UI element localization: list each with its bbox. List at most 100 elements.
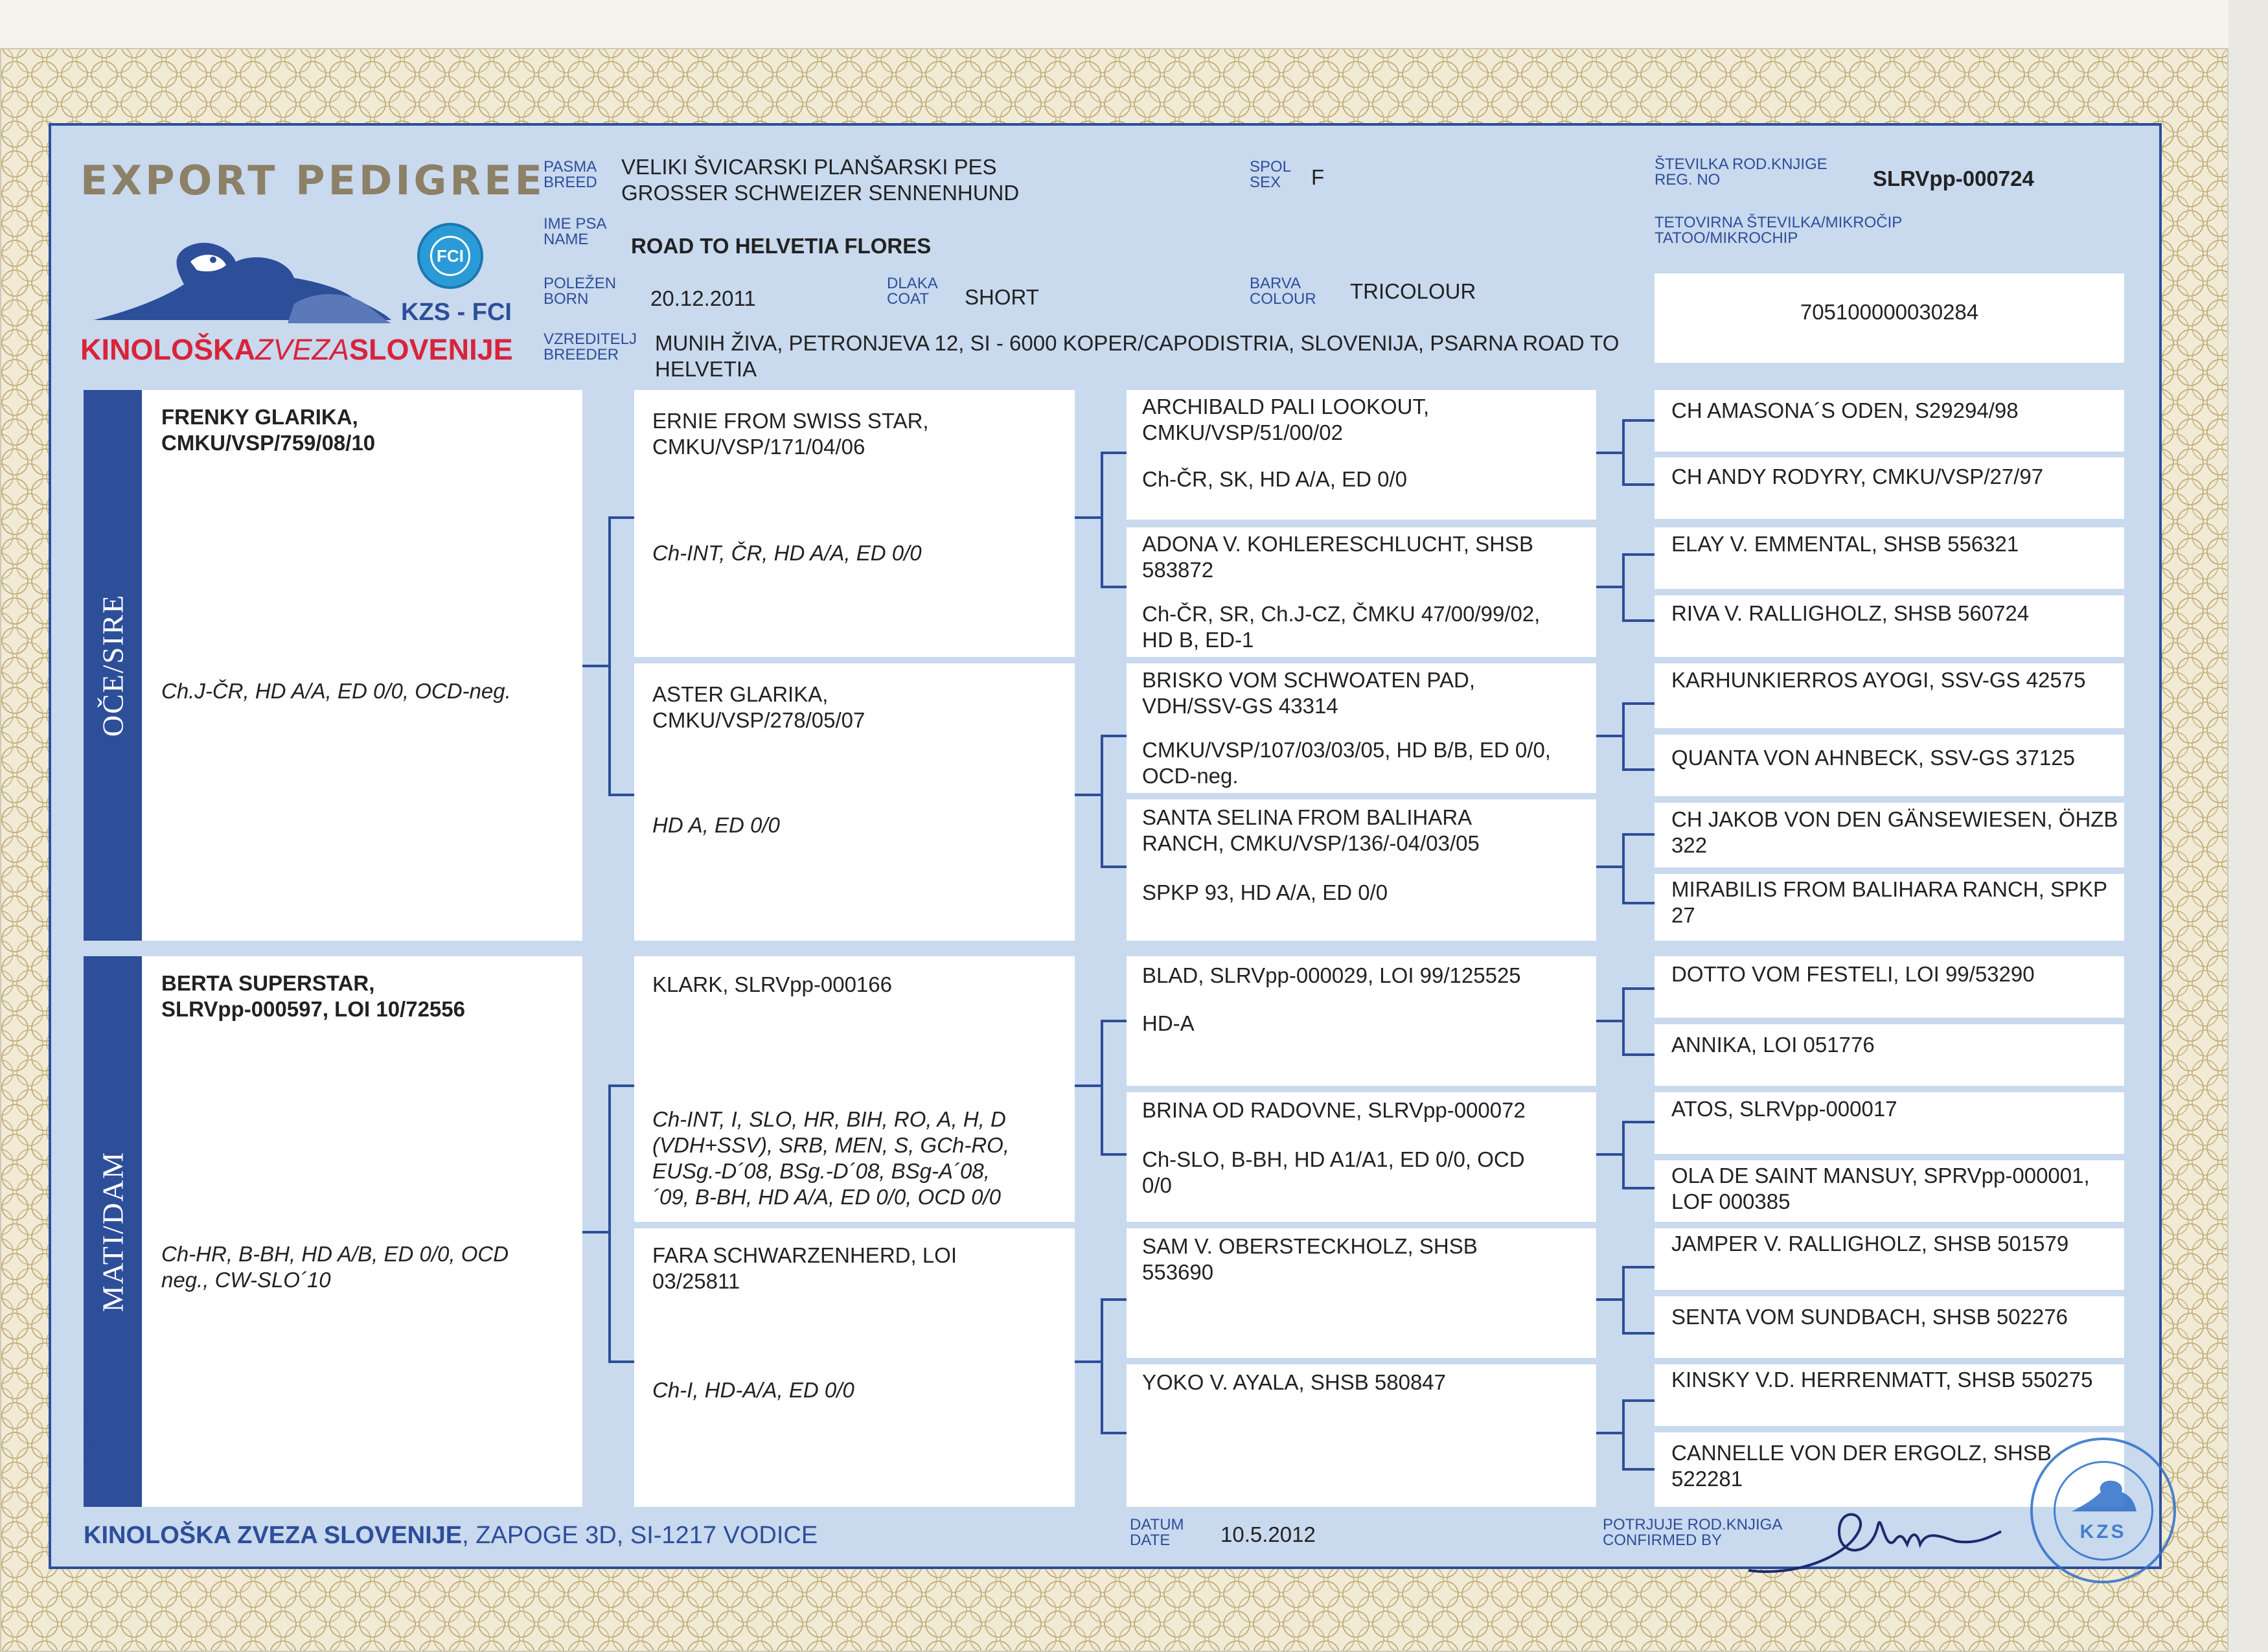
born-value: 20.12.2011 <box>650 286 756 310</box>
gen3-titles-1-line1: Ch-ČR, SR, Ch.J-CZ, ČMKU 47/00/99/02, <box>1142 602 1541 626</box>
connector <box>608 1084 611 1363</box>
connector <box>1622 987 1625 1056</box>
born-label: POLEŽEN BORN <box>544 276 616 307</box>
connector <box>1101 1153 1127 1156</box>
connector <box>1622 483 1655 486</box>
gen3-titles-2: CMKU/VSP/107/03/03/05, HD B/B, ED 0/0, OC… <box>1142 737 1551 789</box>
gen4-name-1-line1: CH ANDY RODYRY, CMKU/VSP/27/97 <box>1671 465 2044 488</box>
gen4-name-14-line1: KINSKY V.D. HERRENMATT, SHSB 550275 <box>1671 1368 2093 1392</box>
connector <box>608 1084 634 1087</box>
connector <box>1596 1020 1622 1022</box>
gen3-titles-0-line1: Ch-ČR, SK, HD A/A, ED 0/0 <box>1142 467 1407 491</box>
gen2-titles-2-line4: ´09, B-BH, HD A/A, ED 0/0, OCD 0/0 <box>652 1185 1001 1209</box>
gen3-name-5: BRINA OD RADOVNE, SLRVpp-000072 <box>1142 1097 1526 1123</box>
gen4-name-6-line1: CH JAKOB VON DEN GÄNSEWIESEN, ÖHZB <box>1671 807 2118 831</box>
gen4-name-1: CH ANDY RODYRY, CMKU/VSP/27/97 <box>1671 464 2043 490</box>
connector <box>1101 866 1127 868</box>
gen3-name-5-line1: BRINA OD RADOVNE, SLRVpp-000072 <box>1142 1098 1526 1122</box>
connector <box>608 516 611 795</box>
gen3-cell-1: ADONA V. KOHLERESCHLUCHT, SHSB 583872 Ch-… <box>1127 527 1596 657</box>
connector <box>1622 419 1625 486</box>
connector <box>1622 1053 1655 1056</box>
gen4-cell-6: CH JAKOB VON DEN GÄNSEWIESEN, ÖHZB 322 <box>1655 803 2124 867</box>
gen4-name-13-line1: SENTA VOM SUNDBACH, SHSB 502276 <box>1671 1305 2068 1329</box>
gen4-name-4: KARHUNKIERROS AYOGI, SSV-GS 42575 <box>1671 667 2085 693</box>
gen4-cell-1: CH ANDY RODYRY, CMKU/VSP/27/97 <box>1655 457 2124 519</box>
breed-label: PASMA BREED <box>544 159 597 190</box>
dam-name: BERTA SUPERSTAR, SLRVpp-000597, LOI 10/72… <box>161 970 465 1022</box>
gen2-name-0-line2: CMKU/VSP/171/04/06 <box>652 435 865 459</box>
date-value: 10.5.2012 <box>1220 1522 1316 1546</box>
reg-value: SLRVpp-000724 <box>1873 166 2034 190</box>
connector <box>1101 735 1103 867</box>
gen2-cell-0: ERNIE FROM SWISS STAR, CMKU/VSP/171/04/06… <box>634 390 1075 657</box>
gen4-cell-7: MIRABILIS FROM BALIHARA RANCH, SPKP 27 <box>1655 874 2124 941</box>
sire-name: FRENKY GLARIKA, CMKU/VSP/759/08/10 <box>161 404 375 456</box>
date-label-si: DATUM <box>1130 1516 1184 1533</box>
connector <box>608 1360 634 1363</box>
reg-label-si: ŠTEVILKA ROD.KNJIGE <box>1655 155 1827 173</box>
connector <box>1622 619 1655 622</box>
gen3-name-7: YOKO V. AYALA, SHSB 580847 <box>1142 1370 1446 1395</box>
sire-name-line2: CMKU/VSP/759/08/10 <box>161 431 376 455</box>
breed-label-en: BREED <box>544 174 597 191</box>
gen2-name-3-line1: FARA SCHWARZENHERD, LOI <box>652 1243 957 1267</box>
gen4-name-3-line1: RIVA V. RALLIGHOLZ, SHSB 560724 <box>1671 601 2030 625</box>
gen4-name-0-line1: CH AMASONA´S ODEN, S29294/98 <box>1671 398 2019 422</box>
gen3-name-0-line2: CMKU/VSP/51/00/02 <box>1142 420 1343 444</box>
connector <box>1622 419 1655 422</box>
kzs-fci-label: KZS - FCI <box>401 299 512 326</box>
name-label: IME PSA NAME <box>544 216 606 247</box>
gen4-cell-8: DOTTO VOM FESTELI, LOI 99/53290 <box>1655 956 2124 1018</box>
gen2-titles-2-line3: EUSg.-D´08, BSg.-D´08, BSg-A´08, <box>652 1159 990 1183</box>
gen4-name-8-line1: DOTTO VOM FESTELI, LOI 99/53290 <box>1671 962 2035 986</box>
dam-side-label: MATI/DAM <box>96 1151 130 1313</box>
chip-label-en: TATOO/MIKROCHIP <box>1655 229 1798 247</box>
gen3-name-3: SANTA SELINA FROM BALIHARA RANCH, CMKU/VS… <box>1142 805 1480 856</box>
gen4-name-10: ATOS, SLRVpp-000017 <box>1671 1096 1897 1122</box>
name-label-en: NAME <box>544 231 589 248</box>
sex-label-en: SEX <box>1250 174 1281 191</box>
gen3-name-6-line2: 553690 <box>1142 1260 1214 1284</box>
gen4-name-11-line2: LOF 000385 <box>1671 1189 1791 1213</box>
gen4-name-6: CH JAKOB VON DEN GÄNSEWIESEN, ÖHZB 322 <box>1671 807 2118 858</box>
gen4-cell-0: CH AMASONA´S ODEN, S29294/98 <box>1655 390 2124 452</box>
gen3-titles-1-line2: HD B, ED-1 <box>1142 628 1254 652</box>
org-name-part1: KINOLOŠKA <box>80 333 255 366</box>
gen3-name-1: ADONA V. KOHLERESCHLUCHT, SHSB 583872 <box>1142 531 1533 583</box>
sex-label: SPOL SEX <box>1250 159 1291 190</box>
gen4-name-8: DOTTO VOM FESTELI, LOI 99/53290 <box>1671 961 2035 987</box>
gen4-name-3: RIVA V. RALLIGHOLZ, SHSB 560724 <box>1671 601 2029 626</box>
connector <box>1622 1468 1655 1471</box>
serial-number: Nº 1596 <box>82 1404 104 1474</box>
connector <box>1622 1266 1655 1268</box>
gen2-name-3-line2: 03/25811 <box>652 1269 740 1293</box>
gen4-cell-2: ELAY V. EMMENTAL, SHSB 556321 <box>1655 527 2124 589</box>
gen3-titles-4: HD-A <box>1142 1011 1195 1037</box>
org-name-part2: ZVEZA <box>255 333 350 366</box>
connector <box>1622 1121 1655 1123</box>
gen4-cell-3: RIVA V. RALLIGHOLZ, SHSB 560724 <box>1655 595 2124 657</box>
gen3-cell-3: SANTA SELINA FROM BALIHARA RANCH, CMKU/VS… <box>1127 799 1596 941</box>
gen3-cell-2: BRISKO VOM SCHWOATEN PAD, VDH/SSV-GS 4331… <box>1127 663 1596 793</box>
gen4-cell-13: SENTA VOM SUNDBACH, SHSB 502276 <box>1655 1296 2124 1358</box>
connector <box>1622 553 1655 556</box>
colour-value: TRICOLOUR <box>1350 279 1476 303</box>
gen4-name-15-line1: CANNELLE VON DER ERGOLZ, SHSB <box>1671 1441 2052 1465</box>
gen3-name-3-line2: RANCH, CMKU/VSP/136/-04/03/05 <box>1142 831 1480 855</box>
gen3-cell-6: SAM V. OBERSTECKHOLZ, SHSB 553690 <box>1127 1228 1596 1358</box>
gen3-cell-4: BLAD, SLRVpp-000029, LOI 99/125525 HD-A <box>1127 956 1596 1086</box>
gen4-cell-9: ANNIKA, LOI 051776 <box>1655 1024 2124 1086</box>
gen4-cell-5: QUANTA VON AHNBECK, SSV-GS 37125 <box>1655 735 2124 796</box>
gen3-name-6-line1: SAM V. OBERSTECKHOLZ, SHSB <box>1142 1234 1478 1258</box>
coat-label-en: COAT <box>887 290 929 308</box>
dam-titles-line1: Ch-HR, B-BH, HD A/B, ED 0/0, OCD <box>161 1242 509 1266</box>
gen3-name-0: ARCHIBALD PALI LOOKOUT, CMKU/VSP/51/00/02 <box>1142 394 1429 446</box>
gen4-name-13: SENTA VOM SUNDBACH, SHSB 502276 <box>1671 1304 2068 1330</box>
gen2-titles-2: Ch-INT, I, SLO, HR, BIH, RO, A, H, D (VDH… <box>652 1107 1009 1210</box>
page-title: EXPORT PEDIGREE <box>80 157 545 204</box>
gen3-name-4: BLAD, SLRVpp-000029, LOI 99/125525 <box>1142 963 1521 989</box>
gen3-titles-0: Ch-ČR, SK, HD A/A, ED 0/0 <box>1142 466 1407 492</box>
coat-label: DLAKA COAT <box>887 276 938 307</box>
gen4-name-10-line1: ATOS, SLRVpp-000017 <box>1671 1097 1897 1121</box>
